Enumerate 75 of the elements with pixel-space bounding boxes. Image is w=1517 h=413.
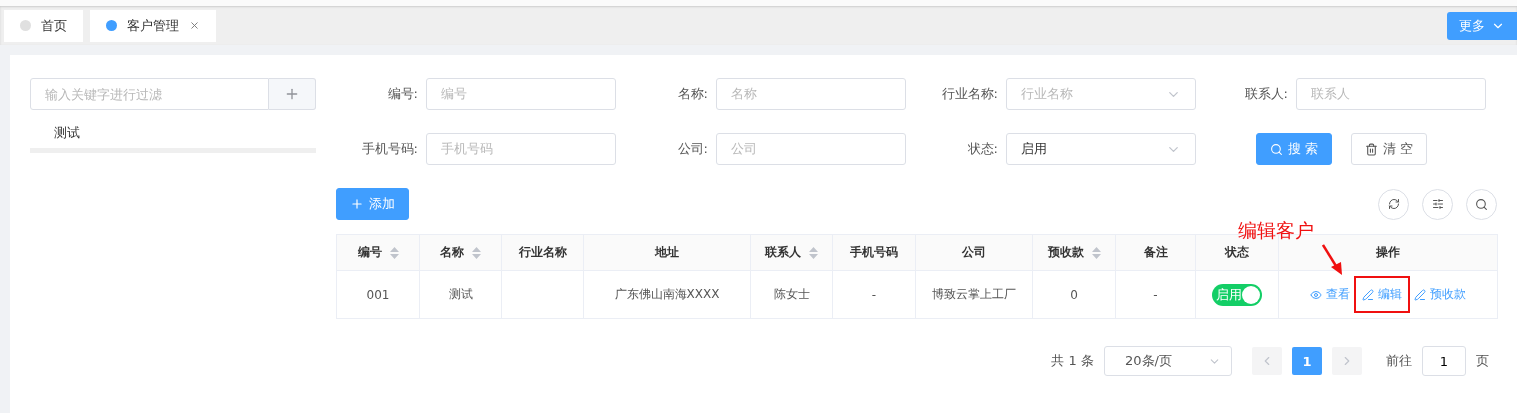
field-label: 手机号码: <box>360 140 418 158</box>
sort-icon[interactable] <box>389 246 399 259</box>
table-cell: - <box>1115 270 1196 319</box>
tree-item[interactable]: 测试 <box>30 110 316 153</box>
table-cell: 001 <box>336 270 420 319</box>
page-input[interactable]: 1 <box>1422 346 1466 376</box>
column-header[interactable]: 预收款 <box>1032 234 1116 271</box>
status-switch[interactable]: 启用 <box>1212 283 1262 306</box>
field-label: 状态: <box>966 140 998 158</box>
prev-page-button[interactable] <box>1252 347 1282 375</box>
column-header: 备注 <box>1115 234 1196 271</box>
annotation-arrow <box>1322 244 1344 276</box>
more-button[interactable]: 更多 <box>1447 11 1517 40</box>
table-cell: 博致云掌上工厂 <box>915 270 1033 319</box>
table-cell: 0 <box>1032 270 1116 319</box>
column-header: 行业名称 <box>501 234 584 271</box>
close-icon[interactable] <box>189 20 200 31</box>
field-label: 公司: <box>676 140 708 158</box>
input-field[interactable]: 联系人 <box>1296 78 1486 110</box>
tab-label: 首页 <box>41 16 67 35</box>
clear-button[interactable]: 清 空 <box>1351 133 1427 165</box>
search-icon <box>1269 142 1283 156</box>
select-field[interactable]: 行业名称 <box>1006 78 1196 110</box>
status-dot-icon <box>20 20 31 31</box>
settings-button[interactable] <box>1422 188 1453 220</box>
column-header[interactable]: 联系人 <box>750 234 833 271</box>
sliders-icon <box>1431 198 1444 210</box>
status-dot-icon <box>106 20 117 31</box>
input-field[interactable]: 手机号码 <box>426 133 616 165</box>
action-link[interactable]: 编辑 <box>1356 278 1408 311</box>
sort-icon[interactable] <box>472 246 481 259</box>
pen-icon <box>1414 288 1426 301</box>
plus-icon <box>284 86 300 102</box>
page-suffix: 页 <box>1476 352 1489 370</box>
select-field[interactable]: 启用 <box>1006 133 1196 165</box>
table-cell: 陈女士 <box>750 270 833 319</box>
eye-icon <box>1310 288 1322 301</box>
search-button[interactable]: 搜 索 <box>1256 133 1332 165</box>
search-button[interactable] <box>1466 188 1497 220</box>
add-node-button[interactable] <box>269 78 316 110</box>
trash-icon <box>1364 142 1378 156</box>
next-page-button[interactable] <box>1332 347 1362 375</box>
column-header: 地址 <box>583 234 751 271</box>
search-icon <box>1475 197 1488 211</box>
input-field[interactable]: 编号 <box>426 78 616 110</box>
column-header: 手机号码 <box>832 234 916 271</box>
field-label: 行业名称: <box>940 85 998 103</box>
input-field[interactable]: 公司 <box>716 133 906 165</box>
field-label: 联系人: <box>1243 85 1288 103</box>
action-link[interactable]: 预收款 <box>1408 278 1472 311</box>
column-header[interactable]: 编号 <box>336 234 420 271</box>
table-cell: - <box>832 270 916 319</box>
field-label: 名称: <box>676 85 708 103</box>
refresh-icon <box>1387 198 1400 210</box>
column-header[interactable]: 名称 <box>419 234 502 271</box>
refresh-button[interactable] <box>1378 188 1409 220</box>
table-cell: 广东佛山南海XXXX <box>583 270 751 319</box>
column-header: 公司 <box>915 234 1033 271</box>
pen-icon <box>1362 288 1374 301</box>
sort-icon[interactable] <box>1091 246 1101 259</box>
tab[interactable]: 客户管理 <box>90 9 216 42</box>
tab-label: 客户管理 <box>127 16 179 35</box>
tab[interactable]: 首页 <box>4 9 83 42</box>
total-count: 共 1 条 <box>1051 352 1094 370</box>
plus-icon <box>350 197 364 211</box>
field-label: 编号: <box>386 85 418 103</box>
add-button[interactable]: 添加 <box>336 188 409 220</box>
page-button[interactable]: 1 <box>1292 347 1322 375</box>
table-cell: 测试 <box>419 270 502 319</box>
input-field[interactable]: 名称 <box>716 78 906 110</box>
sort-icon[interactable] <box>809 246 818 259</box>
page-size-select[interactable]: 20条/页 <box>1104 346 1232 376</box>
action-link[interactable]: 查看 <box>1304 278 1356 311</box>
goto-label: 前往 <box>1386 352 1412 370</box>
filter-field[interactable]: 输入关键字进行过滤 <box>30 78 269 110</box>
